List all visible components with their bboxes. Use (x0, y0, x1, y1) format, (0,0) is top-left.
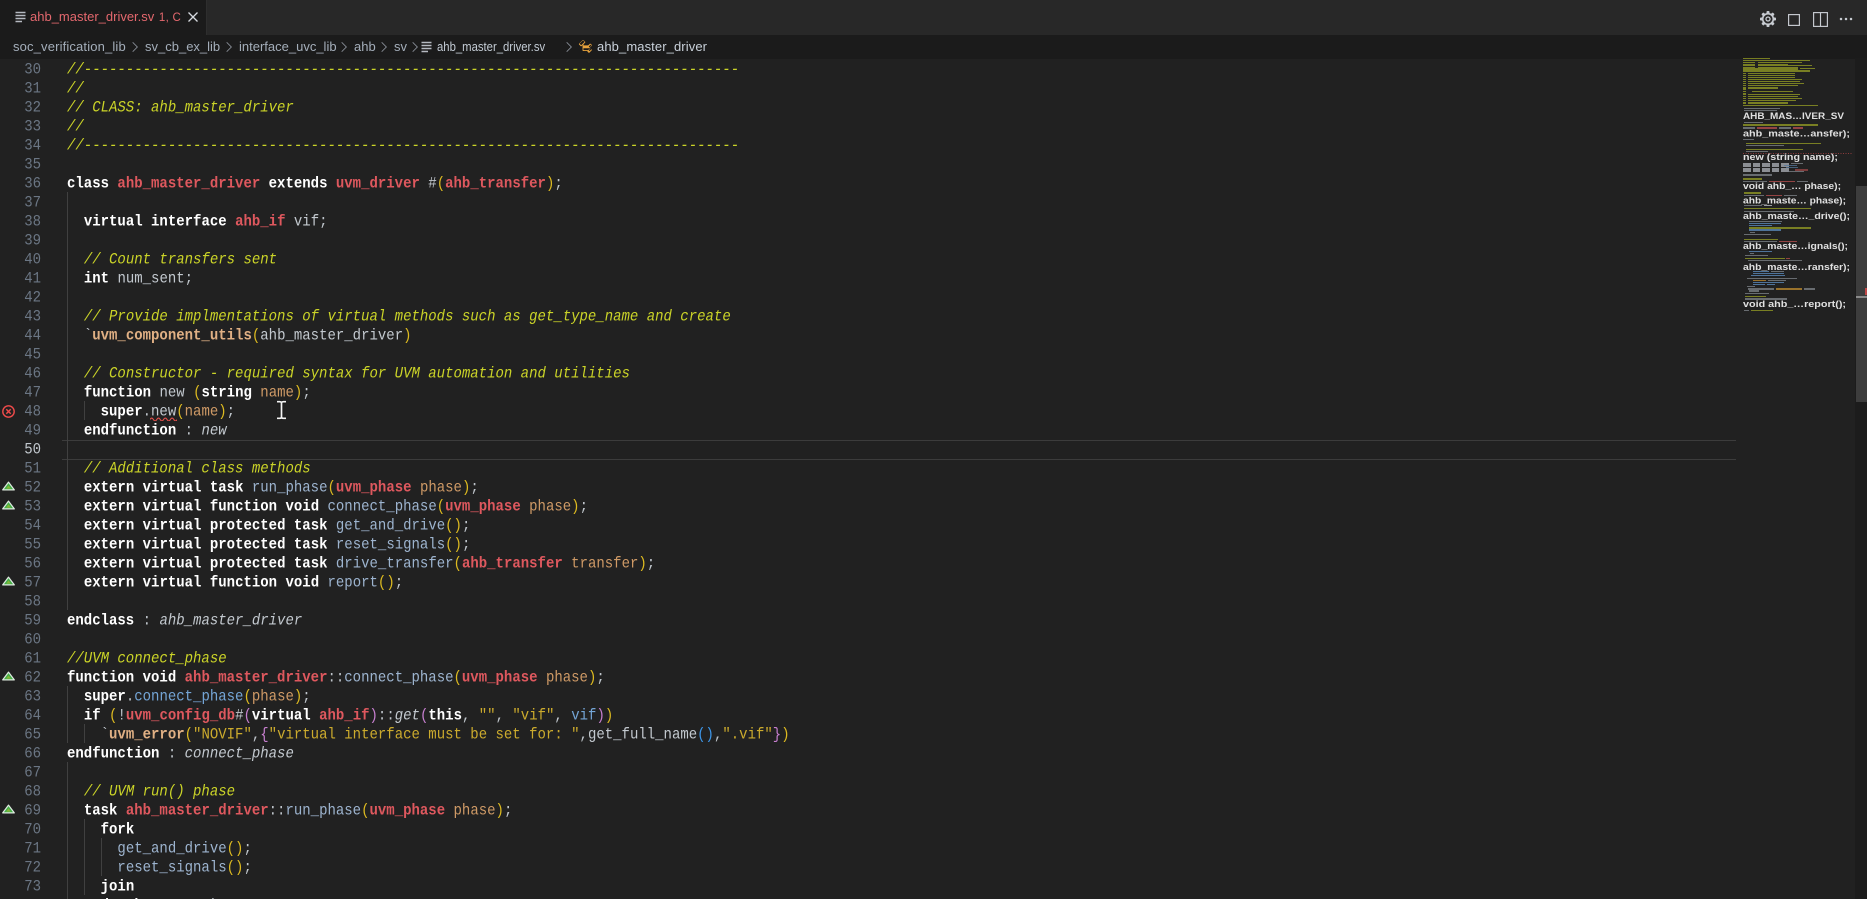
svg-text:AHB_MAS…IVER_SV: AHB_MAS…IVER_SV (1743, 111, 1845, 121)
svg-text:ahb_maste…_drive();: ahb_maste…_drive(); (1743, 211, 1850, 221)
svg-text:void ahb_… phase);: void ahb_… phase); (1743, 181, 1841, 191)
svg-text:ahb_maste…ransfer);: ahb_maste…ransfer); (1743, 262, 1850, 272)
svg-text:ahb_maste…ansfer);: ahb_maste…ansfer); (1743, 129, 1850, 139)
svg-text:ahb_maste…ignals();: ahb_maste…ignals(); (1743, 241, 1848, 251)
svg-text:ahb_maste… phase);: ahb_maste… phase); (1743, 195, 1846, 205)
svg-text:new (string name);: new (string name); (1743, 152, 1838, 162)
svg-text:void ahb_…report();: void ahb_…report(); (1743, 299, 1846, 309)
